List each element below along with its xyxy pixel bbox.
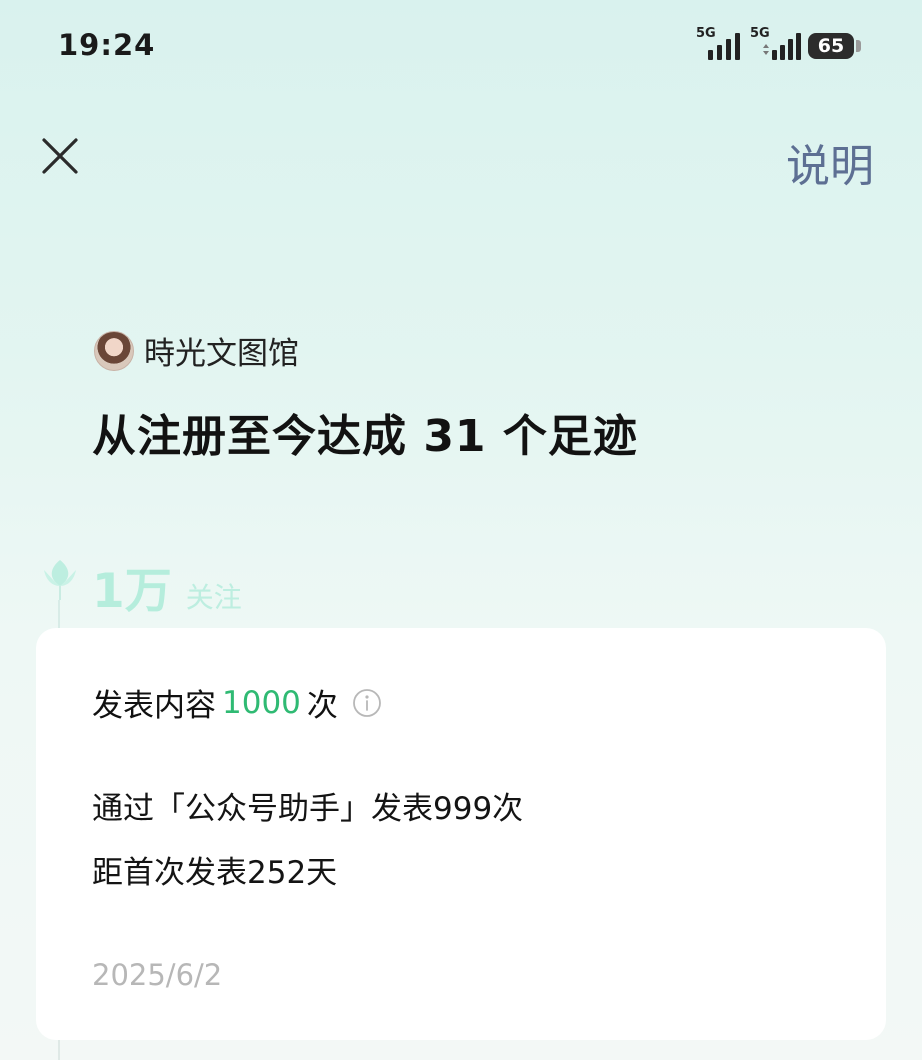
card-title-count: 1000: [222, 684, 301, 721]
card-title-suffix: 次: [306, 688, 338, 724]
page-title: 从注册至今达成 31 个足迹: [92, 411, 638, 462]
status-bar: 19:24 5G 5G 65: [0, 0, 922, 90]
close-button[interactable]: [40, 136, 80, 176]
signal-1-icon: 5G: [696, 26, 746, 60]
avatar[interactable]: [94, 330, 134, 371]
card-title: 发表内容 1000 次: [92, 680, 382, 725]
card-title-prefix: 发表内容: [92, 688, 216, 724]
author-name[interactable]: 時光文图馆: [144, 328, 299, 373]
card-publish-detail: 通过「公众号助手」发表999次: [92, 791, 524, 827]
battery-tip: [856, 40, 861, 52]
leaf-icon: [44, 560, 76, 600]
card-days-detail: 距首次发表252天: [92, 855, 338, 891]
milestone-label: 关注: [185, 581, 242, 614]
author-row[interactable]: 時光文图馆: [94, 328, 299, 373]
card-date: 2025/6/2: [92, 958, 223, 992]
explain-button[interactable]: 说明: [786, 130, 874, 194]
achievement-card: 发表内容 1000 次 通过「公众号助手」发表999次 距首次发表252天 20…: [36, 628, 886, 1040]
status-time: 19:24: [58, 28, 156, 62]
close-icon: [42, 138, 78, 174]
signal-2-icon: 5G: [750, 26, 801, 60]
milestone: 1万 关注: [92, 552, 242, 621]
info-icon[interactable]: [352, 688, 382, 718]
milestone-value: 1万: [92, 564, 172, 619]
battery-icon: 65: [808, 33, 854, 59]
timeline-line-bottom: [58, 1040, 60, 1060]
